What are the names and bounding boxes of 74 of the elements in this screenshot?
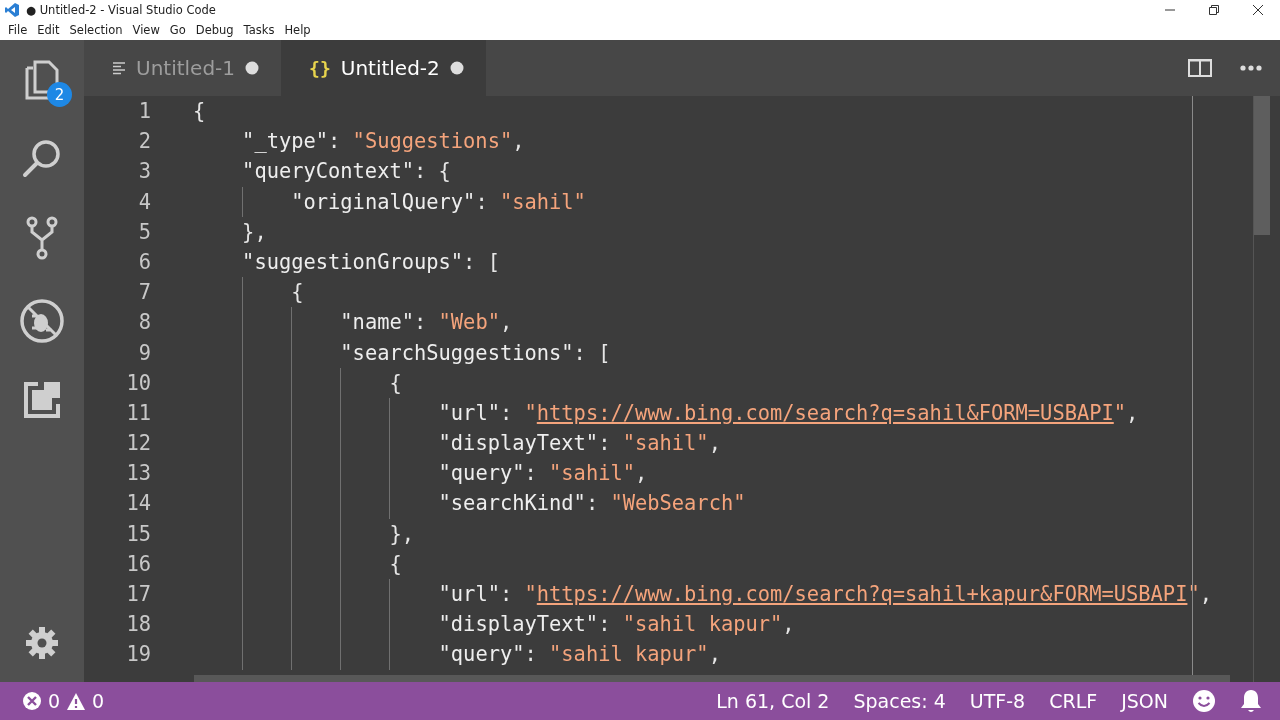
status-item[interactable]: JSON	[1121, 690, 1168, 712]
line-number: 14	[125, 490, 151, 518]
line-number: 6	[137, 248, 151, 276]
horizontal-scrollbar[interactable]	[194, 675, 1230, 682]
line-number: 9	[137, 339, 151, 367]
braces-icon: {}	[309, 57, 331, 79]
status-item[interactable]: Ln 61, Col 2	[716, 690, 830, 712]
window-title: ● Untitled-2 - Visual Studio Code	[26, 3, 217, 17]
code-line: "searchSuggestions": [	[193, 337, 611, 368]
line-number: 8	[137, 309, 151, 337]
menu-item[interactable]: File	[3, 23, 33, 37]
code-line: "originalQuery": "sahil"	[193, 186, 586, 217]
error-icon	[22, 691, 42, 711]
line-number: 11	[125, 399, 151, 427]
menu-item[interactable]: View	[127, 23, 165, 37]
no-bug-icon[interactable]	[19, 298, 65, 344]
code-line: "displayText": "sahil",	[193, 428, 721, 459]
code-line: {	[193, 98, 206, 125]
app-logo-icon	[4, 2, 20, 18]
line-number: 3	[137, 158, 151, 186]
menu-item[interactable]: Tasks	[238, 23, 280, 37]
line-number: 5	[137, 218, 151, 246]
code-line: "url": "https://www.bing.com/search?q=sahil&FORM=USBAPI",	[193, 397, 1139, 429]
close-icon[interactable]	[1253, 5, 1263, 15]
code-line: "query": "sahil",	[193, 458, 648, 489]
lines-icon	[112, 61, 126, 75]
status-item[interactable]: UTF-8	[969, 690, 1026, 712]
unsaved-dot-icon	[449, 61, 464, 75]
line-number: 19	[125, 641, 151, 669]
code-line: "name": "Web",	[193, 307, 513, 338]
code-line: },	[241, 218, 267, 246]
smiley-icon[interactable]	[1192, 689, 1216, 713]
settings-icon[interactable]	[25, 626, 59, 660]
code-line: "query": "sahil kapur",	[193, 639, 721, 670]
branch-icon[interactable]	[26, 216, 58, 260]
line-number: 1	[137, 98, 151, 125]
split-editor-icon[interactable]	[1188, 59, 1212, 77]
warning-icon	[66, 691, 87, 711]
menu-item[interactable]: Debug	[190, 23, 239, 37]
line-number: 12	[125, 430, 151, 458]
status-item[interactable]: CRLF	[1049, 690, 1098, 712]
line-number: 15	[125, 520, 151, 548]
line-number: 17	[125, 581, 151, 608]
code-line: "displayText": "sahil kapur",	[193, 609, 795, 640]
editor-tab[interactable]: {} Untitled-2	[281, 40, 486, 96]
search-icon[interactable]	[22, 138, 62, 178]
code-line: "searchKind": "WebSearch"	[193, 488, 746, 519]
line-number: 16	[125, 550, 151, 578]
code-line: },	[193, 518, 414, 549]
restore-icon[interactable]	[1209, 5, 1219, 15]
code-line: "queryContext": {	[241, 158, 451, 186]
extensions-icon[interactable]	[24, 382, 60, 418]
problems-indicator[interactable]: 0 0	[22, 690, 105, 712]
line-number: 10	[125, 369, 151, 397]
menu-item[interactable]: Edit	[32, 23, 65, 37]
unsaved-dot-icon	[245, 61, 260, 75]
vertical-scrollbar[interactable]	[1253, 96, 1270, 682]
code-line: "_type": "Suggestions",	[241, 128, 525, 156]
code-line: "suggestionGroups": [	[241, 248, 500, 276]
line-number: 13	[125, 460, 151, 488]
line-number: 7	[137, 279, 151, 307]
line-number: 18	[125, 611, 151, 639]
menu-item[interactable]: Selection	[64, 23, 128, 37]
menu-item[interactable]: Go	[164, 23, 191, 37]
notification-badge: 2	[47, 82, 72, 107]
status-item[interactable]: Spaces: 4	[853, 690, 946, 712]
line-number: 2	[137, 128, 151, 156]
line-number: 4	[137, 188, 151, 216]
menu-item[interactable]: Help	[279, 23, 316, 37]
more-icon[interactable]	[1240, 65, 1262, 71]
code-line: {	[193, 277, 304, 308]
code-line: {	[193, 548, 402, 579]
bell-icon[interactable]	[1240, 689, 1262, 713]
code-line: {	[193, 367, 402, 398]
